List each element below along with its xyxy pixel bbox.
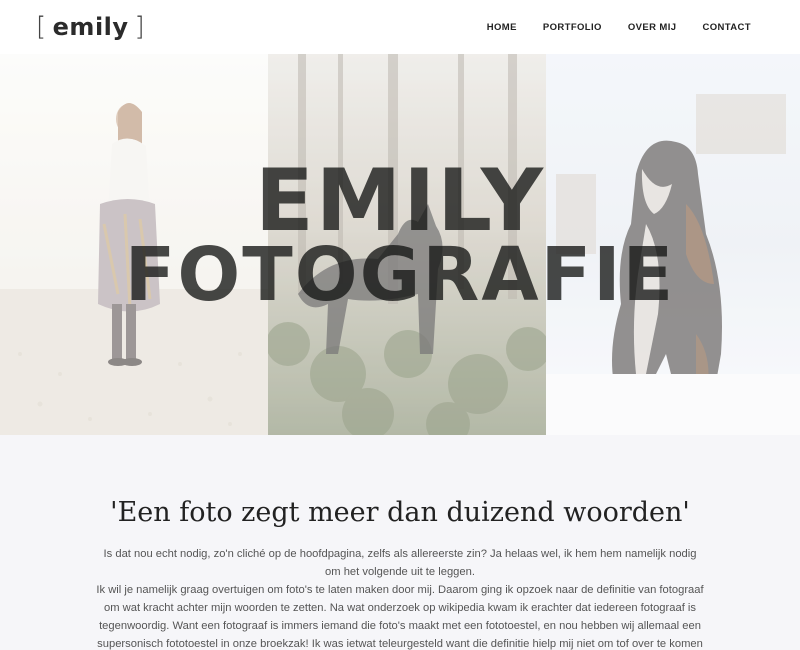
- main-nav: HOME PORTFOLIO OVER MIJ CONTACT: [487, 22, 751, 33]
- logo-bracket-right: ]: [134, 12, 146, 42]
- nav-contact[interactable]: CONTACT: [702, 22, 751, 33]
- intro-section: 'Een foto zegt meer dan duizend woorden'…: [0, 435, 800, 650]
- hero-title: EMILY FOTOGRAFIE: [0, 151, 800, 319]
- logo-bracket-left: [: [36, 12, 47, 42]
- intro-text: Is dat nou echt nodig, zo'n cliché op de…: [96, 545, 704, 650]
- intro-quote: 'Een foto zegt meer dan duizend woorden': [110, 497, 690, 528]
- logo[interactable]: [ emily ]: [36, 12, 145, 42]
- logo-text: emily: [52, 13, 129, 41]
- hero-title-line2: FOTOGRAFIE: [124, 232, 676, 319]
- intro-paragraph-2: Ik wil je namelijk graag overtuigen om f…: [96, 584, 704, 650]
- nav-portfolio[interactable]: PORTFOLIO: [543, 22, 602, 33]
- hero-title-line1: EMILY: [254, 151, 545, 251]
- nav-over-mij[interactable]: OVER MIJ: [628, 22, 677, 33]
- nav-home[interactable]: HOME: [487, 22, 517, 33]
- intro-paragraph-1: Is dat nou echt nodig, zo'n cliché op de…: [103, 548, 697, 578]
- site-header: [ emily ] HOME PORTFOLIO OVER MIJ CONTAC…: [0, 0, 800, 54]
- hero-banner: EMILY FOTOGRAFIE: [0, 54, 800, 435]
